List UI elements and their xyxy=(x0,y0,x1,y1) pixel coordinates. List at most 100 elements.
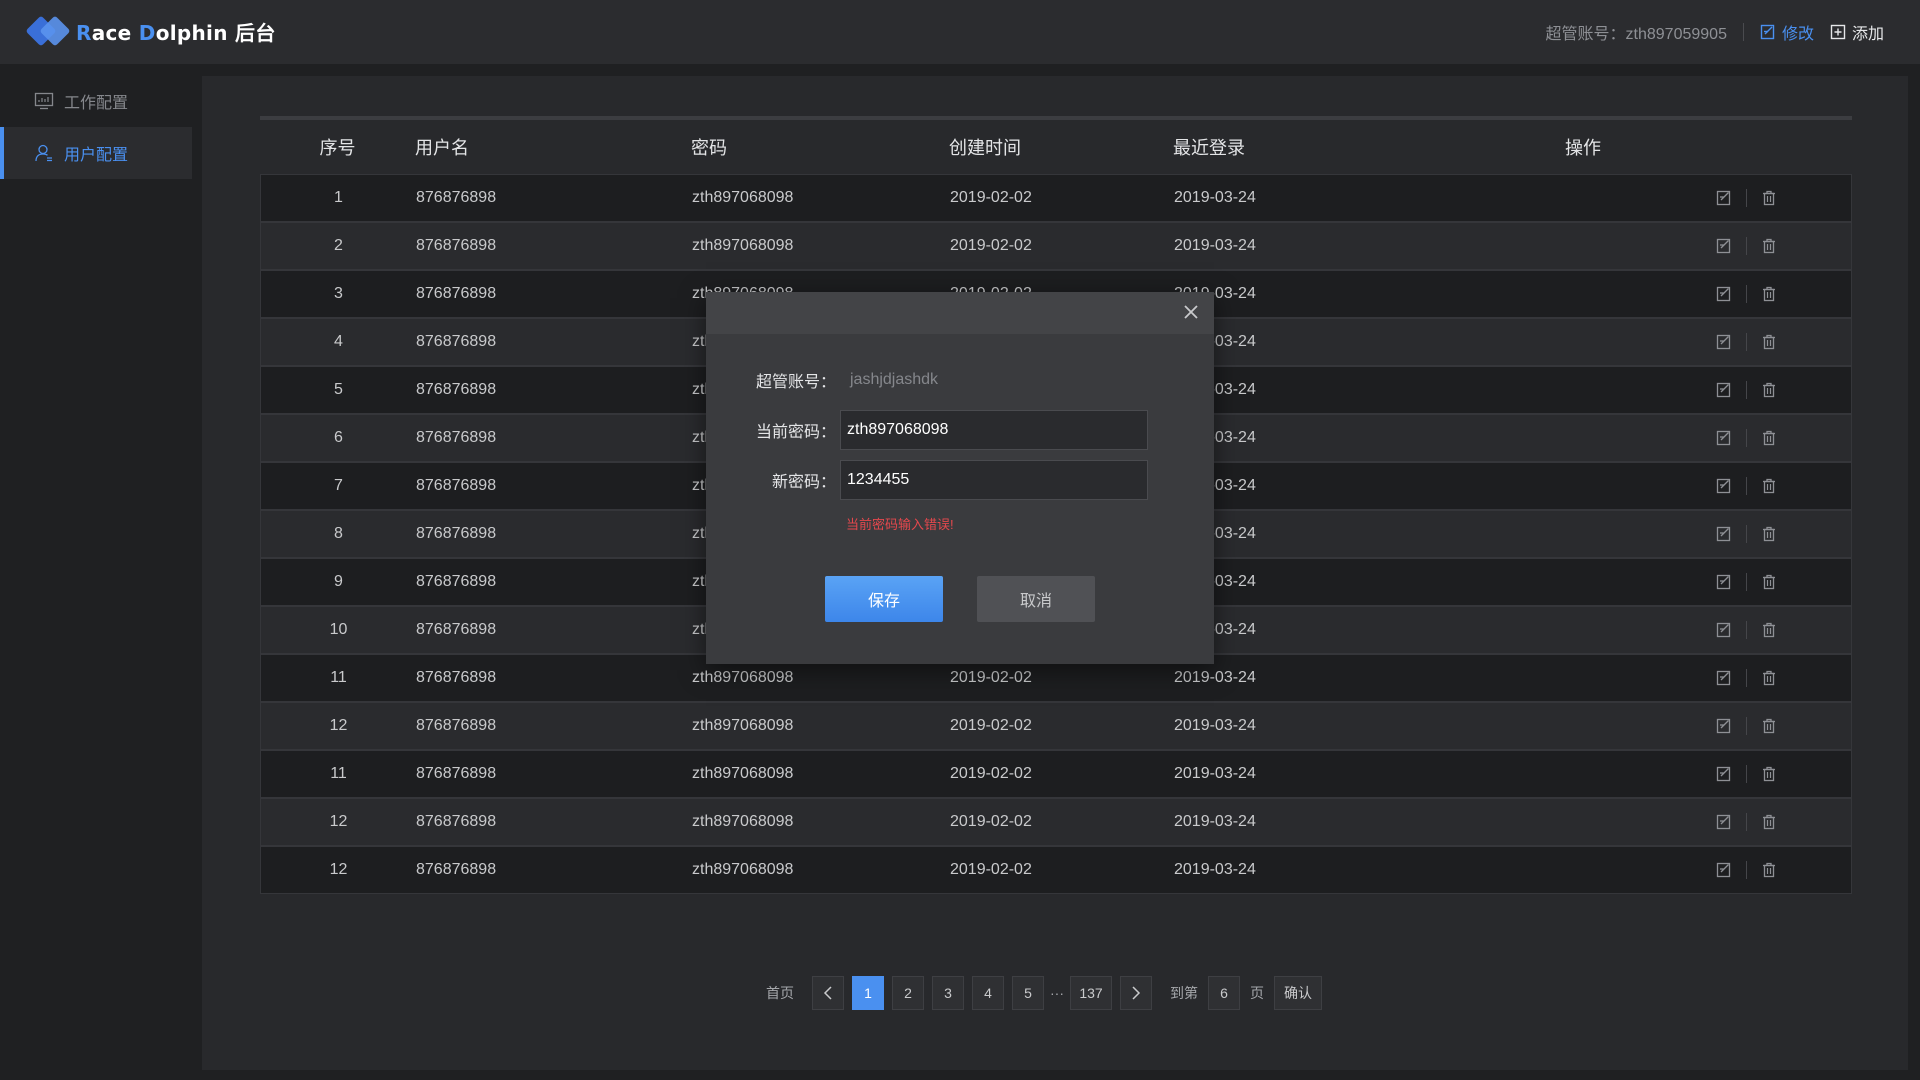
top-header: Race Dolphin 后台 超管账号：zth897059905 修改 添加 xyxy=(0,0,1920,64)
action-divider xyxy=(1746,285,1747,303)
sidebar-item-user-config[interactable]: 用户配置 xyxy=(0,127,192,179)
row-edit-icon[interactable] xyxy=(1716,574,1732,590)
goto-page-input[interactable]: 6 xyxy=(1208,976,1240,1010)
cell-last-login: 2019-03-24 xyxy=(1174,765,1256,782)
row-delete-icon[interactable] xyxy=(1761,814,1777,830)
add-button[interactable]: 添加 xyxy=(1830,20,1884,44)
row-delete-icon[interactable] xyxy=(1761,478,1777,494)
new-password-row: 新密码： xyxy=(706,460,1148,500)
goto-confirm-button[interactable]: 确认 xyxy=(1274,976,1322,1010)
plus-square-icon xyxy=(1830,24,1846,40)
cell-password: zth897068098 xyxy=(692,765,794,782)
cell-password: zth897068098 xyxy=(692,813,794,830)
save-button[interactable]: 保存 xyxy=(825,576,943,622)
cell-username: 876876898 xyxy=(416,333,497,350)
page-button-last[interactable]: 137 xyxy=(1070,976,1112,1010)
row-delete-icon[interactable] xyxy=(1761,862,1777,878)
sidebar-item-work-config[interactable]: 工作配置 xyxy=(0,75,192,127)
cell-created: 2019-02-02 xyxy=(950,813,1032,830)
cell-actions xyxy=(1516,285,1851,303)
table-row: 1 876876898 zth897068098 2019-02-02 2019… xyxy=(260,174,1852,222)
cell-actions xyxy=(1516,813,1851,831)
cell-actions xyxy=(1516,477,1851,495)
cell-actions xyxy=(1516,669,1851,687)
edit-label: 修改 xyxy=(1781,26,1814,43)
action-divider xyxy=(1746,333,1747,351)
page-button-4[interactable]: 4 xyxy=(972,976,1004,1010)
cell-last-login: 2019-03-24 xyxy=(1174,429,1256,446)
row-edit-icon[interactable] xyxy=(1716,718,1732,734)
row-delete-icon[interactable] xyxy=(1761,670,1777,686)
row-delete-icon[interactable] xyxy=(1761,430,1777,446)
cell-last-login: 2019-03-24 xyxy=(1174,573,1256,590)
sidebar-item-label: 用户配置 xyxy=(64,147,129,164)
row-edit-icon[interactable] xyxy=(1716,526,1732,542)
row-edit-icon[interactable] xyxy=(1716,430,1732,446)
row-edit-icon[interactable] xyxy=(1716,334,1732,350)
cell-index: 8 xyxy=(334,525,343,542)
edit-button[interactable]: 修改 xyxy=(1760,20,1814,44)
logo-icon xyxy=(25,15,71,47)
row-delete-icon[interactable] xyxy=(1761,334,1777,350)
page-button-1[interactable]: 1 xyxy=(852,976,884,1010)
col-header-username: 用户名 xyxy=(415,138,469,158)
action-divider xyxy=(1746,381,1747,399)
page-button-3[interactable]: 3 xyxy=(932,976,964,1010)
close-icon[interactable] xyxy=(1182,303,1200,326)
table-row: 12 876876898 zth897068098 2019-02-02 201… xyxy=(260,846,1852,894)
cell-username: 876876898 xyxy=(416,861,497,878)
cell-password: zth897068098 xyxy=(692,861,794,878)
new-password-input[interactable] xyxy=(840,460,1148,500)
row-edit-icon[interactable] xyxy=(1716,766,1732,782)
admin-account-label: 超管账号： xyxy=(755,374,836,391)
page-button-2[interactable]: 2 xyxy=(892,976,924,1010)
row-edit-icon[interactable] xyxy=(1716,862,1732,878)
row-edit-icon[interactable] xyxy=(1716,670,1732,686)
row-edit-icon[interactable] xyxy=(1716,814,1732,830)
row-delete-icon[interactable] xyxy=(1761,190,1777,206)
current-password-input[interactable] xyxy=(840,410,1148,450)
row-delete-icon[interactable] xyxy=(1761,622,1777,638)
cell-actions xyxy=(1516,525,1851,543)
cell-actions xyxy=(1516,381,1851,399)
row-edit-icon[interactable] xyxy=(1716,622,1732,638)
cell-password: zth897068098 xyxy=(692,237,794,254)
cell-username: 876876898 xyxy=(416,285,497,302)
action-divider xyxy=(1746,765,1747,783)
action-divider xyxy=(1746,861,1747,879)
chevron-right-icon xyxy=(1132,986,1141,1000)
first-page-link[interactable]: 首页 xyxy=(766,983,794,1003)
cell-index: 1 xyxy=(334,189,343,206)
row-edit-icon[interactable] xyxy=(1716,382,1732,398)
row-edit-icon[interactable] xyxy=(1716,190,1732,206)
row-delete-icon[interactable] xyxy=(1761,238,1777,254)
row-edit-icon[interactable] xyxy=(1716,238,1732,254)
row-delete-icon[interactable] xyxy=(1761,382,1777,398)
cell-password: zth897068098 xyxy=(692,717,794,734)
monitor-icon xyxy=(34,92,54,110)
cell-last-login: 2019-03-24 xyxy=(1174,189,1256,206)
header-actions: 超管账号：zth897059905 修改 添加 xyxy=(1546,20,1884,44)
cell-index: 4 xyxy=(334,333,343,350)
next-page-button[interactable] xyxy=(1120,976,1152,1010)
row-delete-icon[interactable] xyxy=(1761,526,1777,542)
row-delete-icon[interactable] xyxy=(1761,766,1777,782)
cell-username: 876876898 xyxy=(416,477,497,494)
prev-page-button[interactable] xyxy=(812,976,844,1010)
cell-actions xyxy=(1516,189,1851,207)
cell-created: 2019-02-02 xyxy=(950,717,1032,734)
app-logo[interactable]: Race Dolphin 后台 xyxy=(25,14,276,48)
row-delete-icon[interactable] xyxy=(1761,718,1777,734)
row-edit-icon[interactable] xyxy=(1716,286,1732,302)
cell-last-login: 2019-03-24 xyxy=(1174,381,1256,398)
goto-suffix: 页 xyxy=(1250,985,1264,1001)
cell-username: 876876898 xyxy=(416,381,497,398)
cancel-button[interactable]: 取消 xyxy=(977,576,1095,622)
row-delete-icon[interactable] xyxy=(1761,574,1777,590)
cell-index: 7 xyxy=(334,477,343,494)
edit-icon xyxy=(1760,24,1775,40)
error-message: 当前密码输入错误! xyxy=(846,517,954,532)
page-button-5[interactable]: 5 xyxy=(1012,976,1044,1010)
row-delete-icon[interactable] xyxy=(1761,286,1777,302)
row-edit-icon[interactable] xyxy=(1716,478,1732,494)
